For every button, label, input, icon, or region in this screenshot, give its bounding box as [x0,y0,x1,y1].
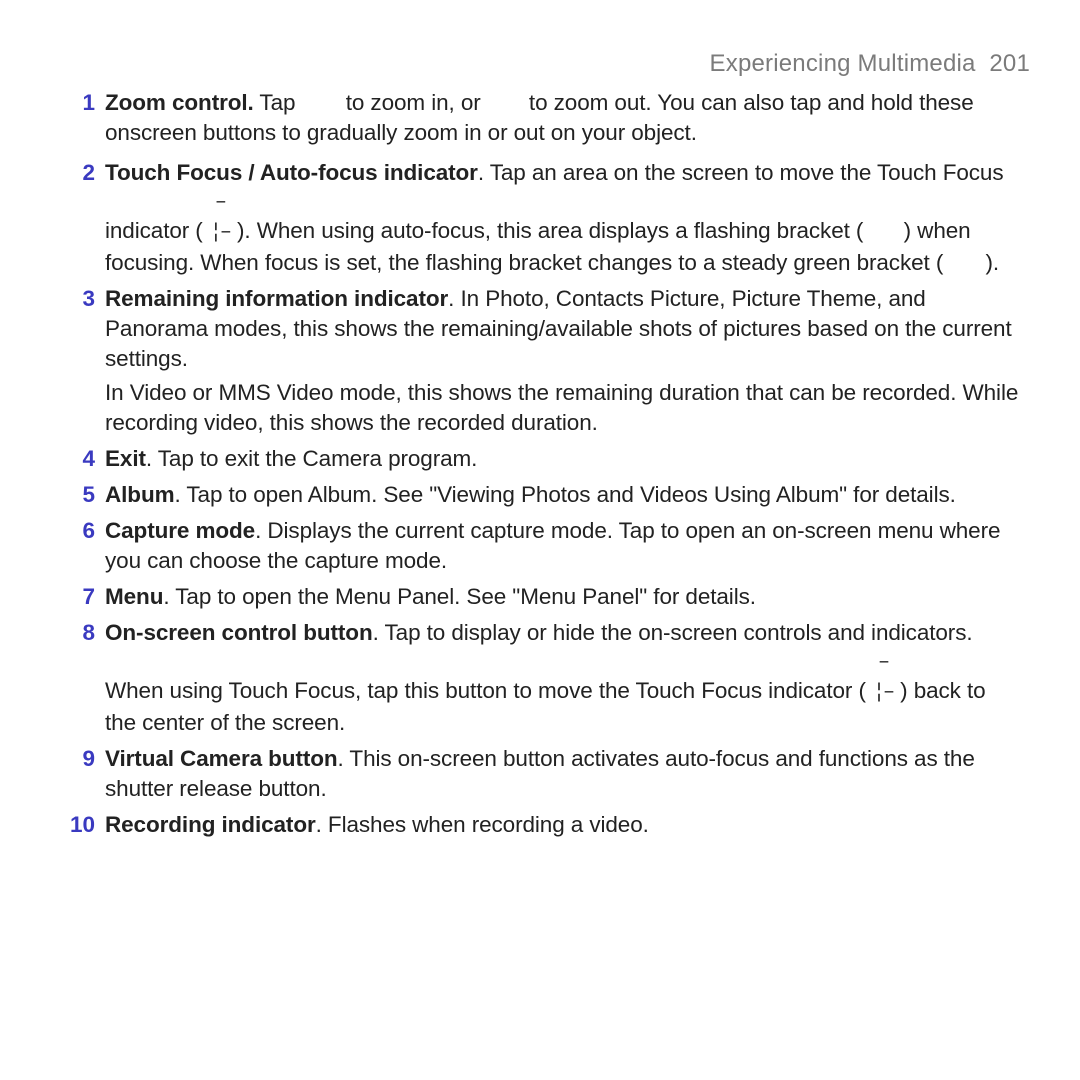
list-item: 5 Album. Tap to open Album. See "Viewing… [60,480,1020,510]
list-item: 4 Exit. Tap to exit the Camera program. [60,444,1020,474]
item-body: Virtual Camera button. This on-screen bu… [105,744,1020,804]
item-body: On-screen control button. Tap to display… [105,618,1020,738]
list-item: 8 On-screen control button. Tap to displ… [60,618,1020,738]
item-text: to zoom in, or [340,90,487,115]
item-text: ). When using auto-focus, this area disp… [231,218,870,243]
list-item: 1 Zoom control. Tap to zoom in, or to zo… [60,88,1020,152]
item-text: . Tap to open the Menu Panel. See "Menu … [163,584,756,609]
item-number: 9 [60,744,105,774]
item-number: 8 [60,618,105,648]
list-item: 7 Menu. Tap to open the Menu Panel. See … [60,582,1020,612]
list-item: 9 Virtual Camera button. This on-screen … [60,744,1020,804]
item-title: Menu [105,584,163,609]
item-body: Album. Tap to open Album. See "Viewing P… [105,480,1020,510]
page-number: 201 [989,50,1030,77]
item-title: Zoom control. [105,90,254,115]
item-title: On-screen control button [105,620,373,645]
item-title: Recording indicator [105,812,316,837]
item-title: Album [105,482,175,507]
item-number: 2 [60,158,105,188]
item-body: Menu. Tap to open the Menu Panel. See "M… [105,582,1020,612]
list-item: 6 Capture mode. Displays the current cap… [60,516,1020,576]
item-text: . Tap to exit the Camera program. [146,446,477,471]
item-number: 3 [60,284,105,314]
item-body: Recording indicator. Flashes when record… [105,810,1020,840]
document-page: Experiencing Multimedia 201 1 Zoom contr… [0,0,1080,1080]
item-title: Touch Focus / Auto-focus indicator [105,160,478,185]
item-number: 5 [60,480,105,510]
item-body: Touch Focus / Auto-focus indicator. Tap … [105,158,1020,278]
item-body: Remaining information indicator. In Phot… [105,284,1020,438]
section-title: Experiencing Multimedia [710,50,976,77]
item-list: 1 Zoom control. Tap to zoom in, or to zo… [60,88,1020,840]
item-title: Exit [105,446,146,471]
item-body: Capture mode. Displays the current captu… [105,516,1020,576]
item-number: 4 [60,444,105,474]
item-title: Virtual Camera button [105,746,338,771]
item-body: Exit. Tap to exit the Camera program. [105,444,1020,474]
item-number: 7 [60,582,105,612]
item-text: In Video or MMS Video mode, this shows t… [105,378,1020,438]
list-item: 3 Remaining information indicator. In Ph… [60,284,1020,438]
item-number: 10 [60,810,105,840]
item-text: . Tap to open Album. See "Viewing Photos… [175,482,956,507]
touch-focus-icon: –¦– [209,188,231,248]
list-item: 10 Recording indicator. Flashes when rec… [60,810,1020,840]
item-title: Capture mode [105,518,255,543]
item-number: 1 [60,88,105,118]
page-header: Experiencing Multimedia 201 [60,50,1030,78]
item-number: 6 [60,516,105,546]
touch-focus-icon: –¦– [872,648,894,708]
list-item: 2 Touch Focus / Auto-focus indicator. Ta… [60,158,1020,278]
item-text: . Flashes when recording a video. [316,812,649,837]
item-title: Remaining information indicator [105,286,448,311]
item-text: Tap [254,90,302,115]
item-body: Zoom control. Tap to zoom in, or to zoom… [105,88,1020,152]
item-text: ). [979,250,999,275]
